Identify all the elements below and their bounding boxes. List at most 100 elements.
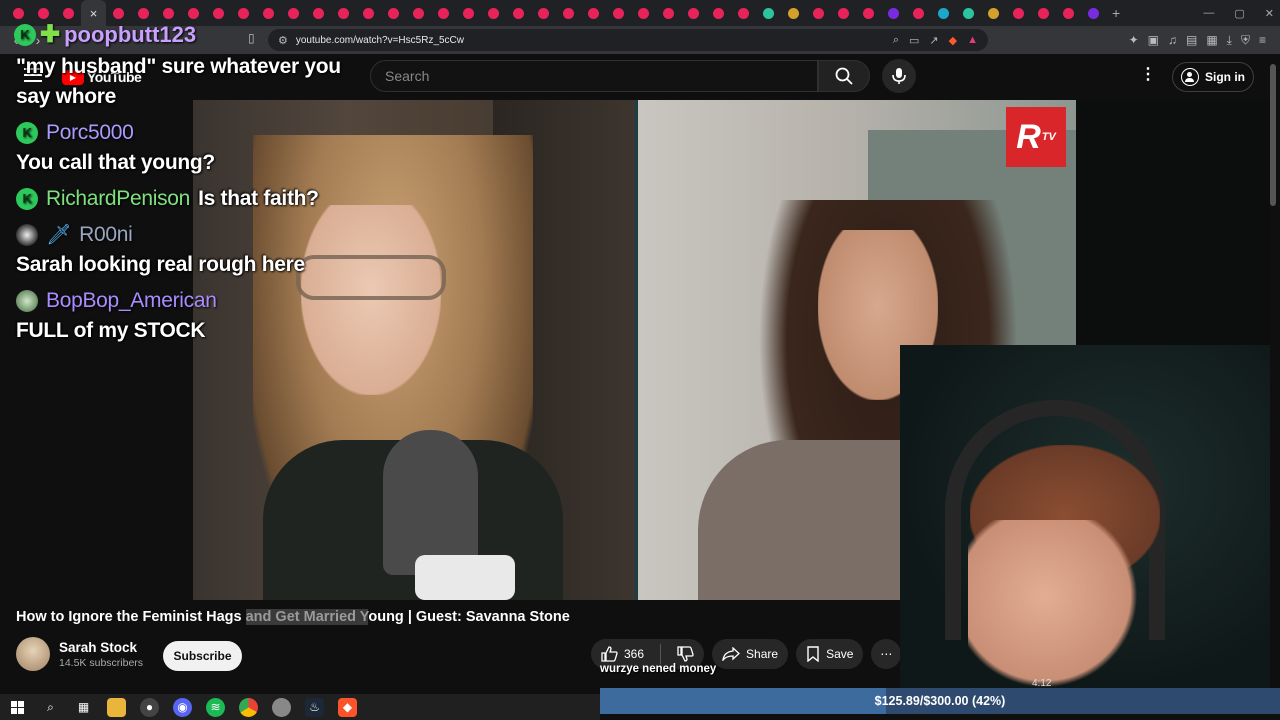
search-button[interactable] [818, 60, 870, 92]
cast-icon[interactable]: ▭ [909, 34, 919, 47]
tab-favicon-icon [1088, 7, 1099, 19]
share-button[interactable]: Share [712, 639, 789, 669]
tab-favicon-icon [938, 7, 949, 19]
browser-tab[interactable] [631, 0, 656, 26]
chrome-icon[interactable] [239, 697, 258, 717]
save-button[interactable]: Save [796, 639, 864, 669]
tab-favicon-icon [363, 7, 374, 19]
browser-tab[interactable] [881, 0, 906, 26]
browser-tab[interactable] [831, 0, 856, 26]
tab-favicon-icon [813, 7, 824, 19]
url-text[interactable]: youtube.com/watch?v=Hsc5Rz_5cCw [296, 35, 464, 46]
browser-tab[interactable] [581, 0, 606, 26]
tab-favicon-icon [338, 7, 349, 19]
channel-avatar[interactable] [16, 637, 50, 671]
browser-tab[interactable] [406, 0, 431, 26]
search-input[interactable] [385, 68, 817, 84]
browser-tab[interactable] [506, 0, 531, 26]
streamer-webcam [900, 345, 1270, 688]
browser-tab[interactable] [556, 0, 581, 26]
browser-tab[interactable] [781, 0, 806, 26]
browser-tab[interactable] [756, 0, 781, 26]
browser-tab[interactable] [1006, 0, 1031, 26]
steam-icon[interactable]: ♨ [305, 697, 324, 717]
sidebar-icon[interactable]: ▤ [1186, 33, 1197, 47]
search-taskbar-icon[interactable]: ⌕ [41, 698, 60, 717]
browser-tab[interactable] [481, 0, 506, 26]
close-tab-icon[interactable]: × [90, 6, 98, 21]
tab-favicon-icon [313, 7, 324, 19]
discord-icon[interactable]: ◉ [173, 697, 192, 717]
site-info-icon[interactable]: ⚙ [278, 34, 288, 47]
streamer-name: poopbutt123 [64, 21, 197, 47]
browser-tab[interactable] [806, 0, 831, 26]
file-explorer-icon[interactable] [107, 697, 126, 717]
brave-rewards-icon[interactable]: ▲ [967, 34, 978, 46]
page-scrollbar[interactable] [1270, 64, 1276, 206]
close-window-icon[interactable]: ✕ [1265, 7, 1274, 20]
browser-tab[interactable] [706, 0, 731, 26]
browser-tab[interactable] [231, 0, 256, 26]
address-bar[interactable]: ⚙ youtube.com/watch?v=Hsc5Rz_5cCw ⌕ ▭ ↗ … [268, 29, 988, 51]
browser-tab[interactable] [656, 0, 681, 26]
browser-tab[interactable] [856, 0, 881, 26]
obs-icon[interactable]: ● [140, 697, 159, 717]
maximize-icon[interactable]: ▢ [1234, 7, 1244, 20]
screenshot-icon[interactable]: ▣ [1148, 33, 1159, 47]
app-icon[interactable] [272, 697, 291, 717]
chat-message: 🗡 R00ni Sarah looking real rough here [16, 220, 356, 280]
more-actions-button[interactable]: ⋯ [871, 639, 902, 669]
chat-message-text: Is that faith? [198, 187, 319, 210]
browser-tab[interactable] [1031, 0, 1056, 26]
music-icon[interactable]: ♫ [1168, 33, 1177, 47]
voice-search-button[interactable] [882, 59, 916, 93]
brave-shield-icon[interactable]: ◆ [949, 34, 957, 47]
browser-tab[interactable] [1081, 0, 1106, 26]
browser-tab[interactable] [431, 0, 456, 26]
plus-badge-icon: ✚ [40, 21, 61, 48]
kick-logo-icon: K [14, 23, 36, 46]
save-bookmark-icon [807, 646, 819, 662]
tab-favicon-icon [713, 7, 724, 19]
channel-name[interactable]: Sarah Stock [59, 640, 143, 655]
subscriber-count: 14.5K subscribers [59, 656, 144, 669]
browser-tab[interactable] [906, 0, 931, 26]
browser-tab[interactable] [981, 0, 1006, 26]
browser-tab[interactable] [456, 0, 481, 26]
downloads-icon[interactable]: ⤓ [1227, 33, 1232, 48]
browser-tab[interactable] [381, 0, 406, 26]
bookmark-icon[interactable]: ▯ [248, 31, 255, 45]
wallet-icon[interactable]: ▦ [1206, 33, 1217, 47]
more-options-icon[interactable]: ⋮ [1140, 64, 1156, 84]
vpn-icon[interactable]: ⛨ [1241, 33, 1250, 48]
browser-tab[interactable] [1056, 0, 1081, 26]
extensions-icon[interactable]: ✦ [1129, 33, 1139, 47]
browser-tab[interactable] [281, 0, 306, 26]
browser-tab[interactable] [306, 0, 331, 26]
spotify-icon[interactable]: ≋ [206, 697, 225, 717]
subscribe-button[interactable]: Subscribe [163, 641, 242, 671]
browser-tab[interactable] [956, 0, 981, 26]
brave-icon[interactable]: ◆ [338, 697, 357, 717]
browser-tab[interactable] [531, 0, 556, 26]
menu-icon[interactable]: ≡ [1259, 33, 1266, 47]
browser-tab[interactable] [256, 0, 281, 26]
browser-tab[interactable] [206, 0, 231, 26]
tab-favicon-icon [913, 7, 924, 19]
browser-tab[interactable] [731, 0, 756, 26]
tab-favicon-icon [1038, 7, 1049, 19]
browser-tab[interactable] [356, 0, 381, 26]
kick-badge-icon: K [16, 188, 38, 210]
sign-in-button[interactable]: Sign in [1172, 62, 1254, 92]
browser-tab[interactable] [331, 0, 356, 26]
channel-watermark-logo: R TV [1006, 107, 1066, 167]
start-icon[interactable] [8, 698, 27, 717]
new-tab-icon[interactable]: + [1112, 5, 1120, 21]
share-page-icon[interactable]: ↗ [929, 34, 938, 47]
browser-tab[interactable] [931, 0, 956, 26]
browser-tab[interactable] [606, 0, 631, 26]
minimize-icon[interactable]: — [1203, 7, 1214, 19]
zoom-icon[interactable]: ⌕ [893, 34, 899, 47]
task-view-icon[interactable]: ▦ [74, 698, 93, 717]
browser-tab[interactable] [681, 0, 706, 26]
